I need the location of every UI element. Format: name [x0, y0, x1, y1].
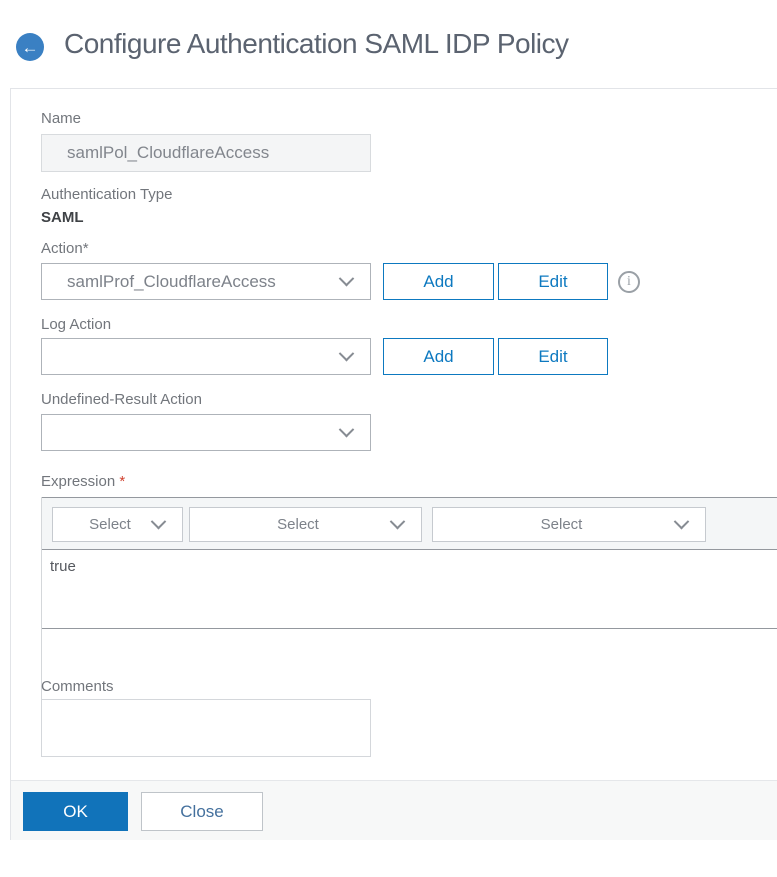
expression-input[interactable]: true [42, 550, 777, 629]
name-input[interactable] [41, 134, 371, 172]
chevron-down-icon [389, 513, 406, 530]
log-action-select[interactable] [41, 338, 371, 375]
page-title: Configure Authentication SAML IDP Policy [64, 28, 569, 59]
expression-editor: Select Select Select true [41, 497, 777, 717]
log-action-edit-button[interactable]: Edit [498, 338, 608, 375]
undefined-result-action-label: Undefined-Result Action [41, 391, 202, 408]
expression-operand-select-3[interactable]: Select [432, 507, 706, 542]
log-action-label: Log Action [41, 316, 112, 333]
expression-label: Expression * [41, 473, 125, 490]
expression-toolbar: Select Select Select [42, 497, 777, 550]
log-action-add-button[interactable]: Add [383, 338, 494, 375]
chevron-down-icon [673, 513, 690, 530]
authentication-type-value: SAML [41, 209, 84, 226]
authentication-type-label: Authentication Type [41, 186, 173, 203]
configure-saml-idp-policy-page: ← Configure Authentication SAML IDP Poli… [0, 0, 777, 877]
back-button[interactable]: ← [16, 33, 44, 61]
expression-operand-select-1[interactable]: Select [52, 507, 183, 542]
required-asterisk: * [119, 473, 126, 490]
comments-label: Comments [41, 678, 114, 695]
arrow-left-icon: ← [21, 37, 39, 57]
info-icon-glyph: i [627, 274, 631, 289]
chevron-down-icon [338, 345, 355, 362]
action-edit-button[interactable]: Edit [498, 263, 608, 300]
action-select-value: samlProf_CloudflareAccess [67, 271, 276, 291]
action-add-button[interactable]: Add [383, 263, 494, 300]
expression-select-2-value: Select [277, 516, 319, 533]
expression-operand-select-2[interactable]: Select [189, 507, 422, 542]
undefined-result-action-select[interactable] [41, 414, 371, 451]
form-panel: Name Authentication Type SAML Action* sa… [10, 88, 777, 840]
chevron-down-icon [150, 513, 167, 530]
chevron-down-icon [338, 270, 355, 287]
name-label: Name [41, 110, 82, 127]
footer-bar: OK Close [11, 780, 777, 840]
expression-label-text: Expression [41, 473, 116, 490]
action-label: Action* [41, 240, 89, 257]
expression-select-3-value: Select [540, 516, 583, 533]
action-select[interactable]: samlProf_CloudflareAccess [41, 263, 371, 300]
info-icon[interactable]: i [618, 271, 640, 293]
expression-select-1-value: Select [89, 516, 131, 533]
ok-button[interactable]: OK [23, 792, 128, 831]
comments-input[interactable] [41, 699, 371, 757]
chevron-down-icon [338, 421, 355, 438]
close-button[interactable]: Close [141, 792, 263, 831]
